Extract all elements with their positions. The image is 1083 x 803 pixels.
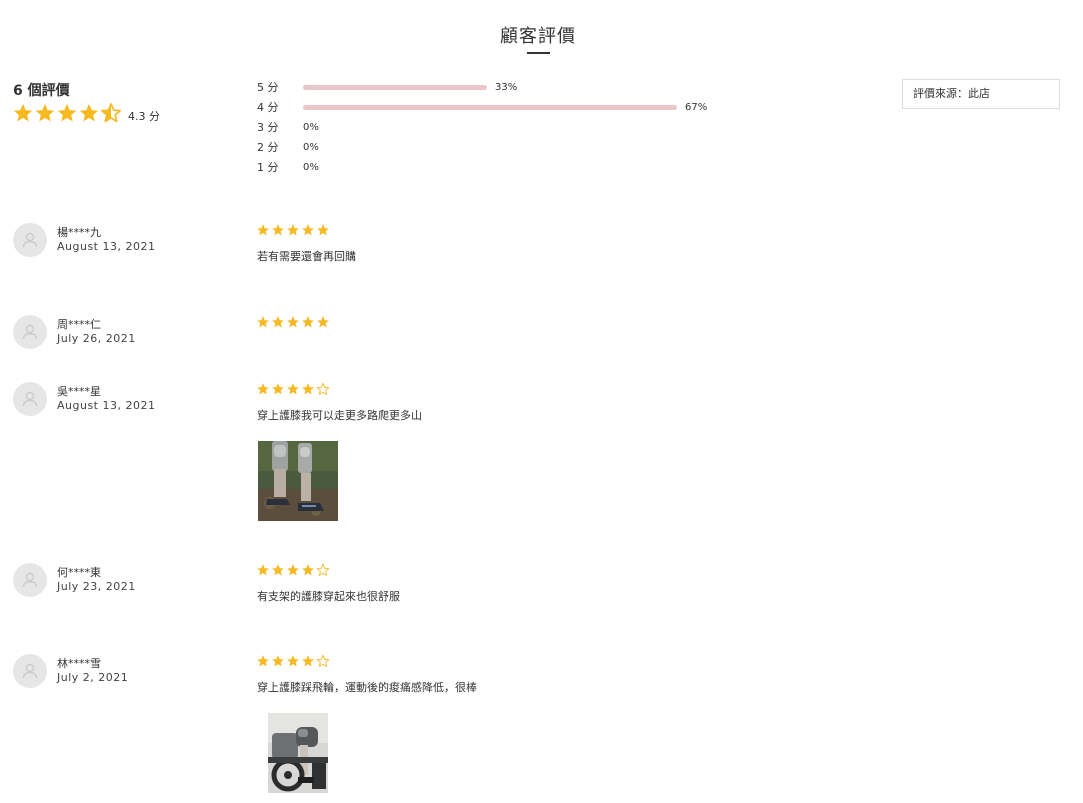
review-source-select[interactable]: 評價來源：此店 — [902, 79, 1060, 109]
review-text: 有支架的護膝穿起來也很舒服 — [257, 590, 400, 603]
rating-row-3: 3 分 0% — [257, 120, 319, 134]
review-text: 若有需要還會再回購 — [257, 250, 356, 263]
user-icon — [22, 663, 38, 679]
review-stars — [256, 654, 331, 668]
star-empty-icon — [316, 563, 330, 576]
star-full-icon — [272, 655, 284, 667]
review-photo-image — [268, 713, 328, 793]
star-full-icon — [302, 383, 314, 395]
avatar — [13, 382, 47, 416]
user-icon — [22, 232, 38, 248]
review-stars — [256, 382, 331, 396]
star-half-icon — [101, 103, 121, 123]
review-date: July 2, 2021 — [57, 671, 129, 684]
review-stars — [256, 563, 331, 577]
star-full-icon — [272, 564, 284, 576]
review-count: 6 個評價 — [13, 83, 70, 99]
star-full-icon — [272, 224, 284, 236]
rating-percent: 0% — [303, 121, 319, 133]
review-text: 穿上護膝我可以走更多路爬更多山 — [257, 409, 422, 422]
review-stars — [256, 223, 331, 237]
star-full-icon — [287, 316, 299, 328]
rating-label: 4 分 — [257, 101, 279, 114]
avatar — [13, 654, 47, 688]
rating-bar — [303, 84, 487, 90]
rating-label: 2 分 — [257, 141, 279, 154]
star-full-icon — [13, 103, 33, 122]
star-full-icon — [302, 224, 314, 236]
star-full-icon — [257, 224, 269, 236]
avatar — [13, 563, 47, 597]
star-full-icon — [287, 564, 299, 576]
user-icon — [22, 391, 38, 407]
user-icon — [22, 572, 38, 588]
reviewer-name: 周****仁 — [57, 318, 101, 331]
star-full-icon — [257, 316, 269, 328]
user-icon — [22, 324, 38, 340]
rating-label: 3 分 — [257, 121, 279, 134]
star-full-icon — [57, 103, 77, 122]
review-date: July 26, 2021 — [57, 332, 136, 345]
star-full-icon — [287, 655, 299, 667]
rating-row-1: 1 分 0% — [257, 160, 319, 174]
review-photo-image — [258, 441, 338, 521]
rating-row-5: 5 分 33% — [257, 80, 517, 94]
avatar — [13, 315, 47, 349]
rating-percent: 0% — [303, 161, 319, 173]
title-underline — [527, 52, 550, 54]
review-photo-spin-bike[interactable] — [268, 713, 328, 793]
star-full-icon — [35, 103, 55, 122]
rating-bar — [303, 104, 677, 110]
star-full-icon — [257, 655, 269, 667]
star-full-icon — [302, 655, 314, 667]
star-empty-icon — [316, 654, 330, 667]
star-full-icon — [317, 224, 329, 236]
review-date: August 13, 2021 — [57, 399, 156, 412]
star-full-icon — [272, 383, 284, 395]
rating-row-2: 2 分 0% — [257, 140, 319, 154]
review-photo-knee-hiking[interactable] — [258, 441, 338, 521]
summary-stars — [12, 102, 122, 124]
review-date: July 23, 2021 — [57, 580, 136, 593]
star-full-icon — [287, 383, 299, 395]
avatar — [13, 223, 47, 257]
star-full-icon — [302, 564, 314, 576]
star-empty-icon — [316, 382, 330, 395]
reviewer-name: 吳****星 — [57, 385, 101, 398]
star-full-icon — [257, 383, 269, 395]
star-full-icon — [287, 224, 299, 236]
rating-percent: 33% — [495, 81, 518, 93]
rating-percent: 67% — [685, 101, 708, 113]
reviewer-name: 楊****九 — [57, 226, 101, 239]
star-full-icon — [272, 316, 284, 328]
rating-percent: 0% — [303, 141, 319, 153]
rating-row-4: 4 分 67% — [257, 100, 707, 114]
reviewer-name: 林****雪 — [57, 657, 101, 670]
rating-label: 5 分 — [257, 81, 279, 94]
star-full-icon — [302, 316, 314, 328]
review-date: August 13, 2021 — [57, 240, 156, 253]
star-full-icon — [79, 103, 99, 122]
star-full-icon — [317, 316, 329, 328]
review-text: 穿上護膝踩飛輪，運動後的痠痛感降低，很棒 — [257, 681, 477, 694]
reviewer-name: 何****東 — [57, 566, 101, 579]
rating-label: 1 分 — [257, 161, 279, 174]
star-full-icon — [257, 564, 269, 576]
average-score: 4.3 分 — [128, 110, 160, 123]
page-title: 顧客評價 — [500, 26, 576, 47]
review-stars — [256, 315, 331, 329]
